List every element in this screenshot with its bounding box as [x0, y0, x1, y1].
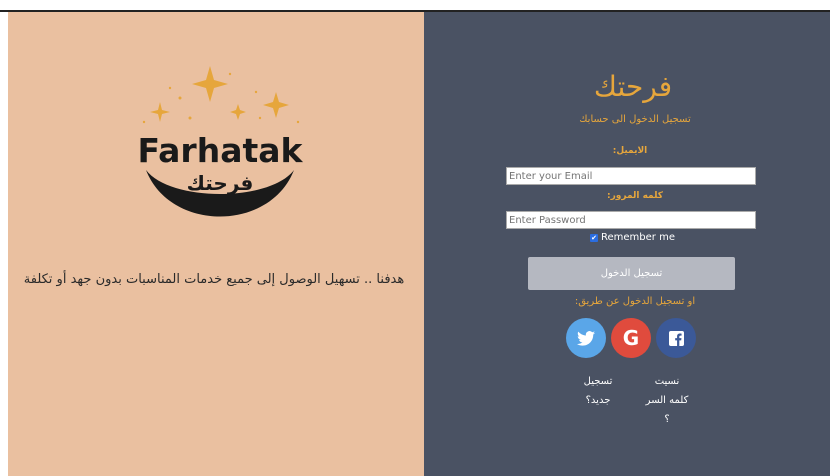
email-field[interactable] [506, 167, 756, 185]
email-label: الايميل: [612, 146, 648, 156]
twitter-icon [577, 330, 595, 346]
login-button[interactable]: تسجيل الدخول [528, 257, 735, 290]
farhatak-logo: Farhatak فرحتك [138, 66, 304, 217]
forgot-password-link[interactable]: نسيت كلمه السر ؟ [644, 372, 690, 429]
twitter-login-button[interactable] [566, 318, 606, 358]
google-icon: G [622, 326, 640, 350]
logo-latin-text: Farhatak [138, 131, 304, 170]
register-link[interactable]: تسجيل جديد؟ [574, 372, 622, 410]
stars-icon [142, 66, 300, 124]
brand-title: فرحتك [593, 70, 673, 103]
remember-checkbox[interactable]: ✔ [590, 233, 598, 242]
login-subtitle: تسجيل الدخول الى حسابك [579, 114, 691, 125]
logo-arabic-text: فرحتك [187, 171, 254, 195]
facebook-login-button[interactable] [656, 318, 696, 358]
password-field[interactable] [506, 211, 756, 229]
social-login-prompt: او تسجيل الدخول عن طريق: [574, 296, 696, 307]
top-bar [0, 0, 830, 12]
facebook-icon [668, 330, 684, 346]
password-label: كلمه المرور: [606, 191, 663, 201]
hero-tagline: هدفنا .. تسهيل الوصول إلى جميع خدمات الم… [23, 272, 405, 287]
google-login-button[interactable]: G [611, 318, 651, 358]
remember-label: Remember me [601, 232, 675, 243]
remember-me[interactable]: ✔ Remember me [590, 232, 675, 243]
